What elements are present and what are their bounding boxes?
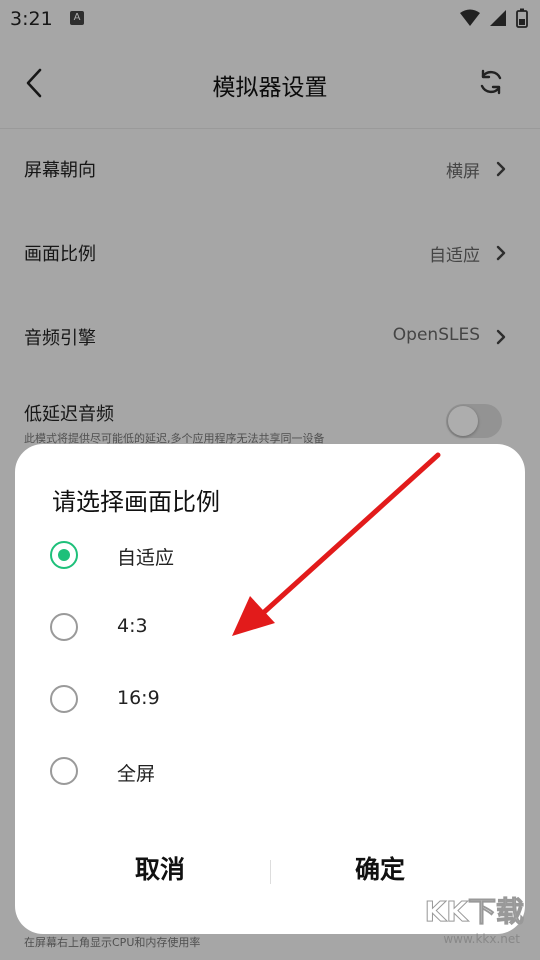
watermark-logo: KK下载 www.kkx.net [410, 895, 530, 947]
watermark-url: www.kkx.net [443, 932, 520, 946]
annotation-arrow-icon [232, 452, 441, 636]
watermark-brand: KK下载 [424, 895, 524, 929]
